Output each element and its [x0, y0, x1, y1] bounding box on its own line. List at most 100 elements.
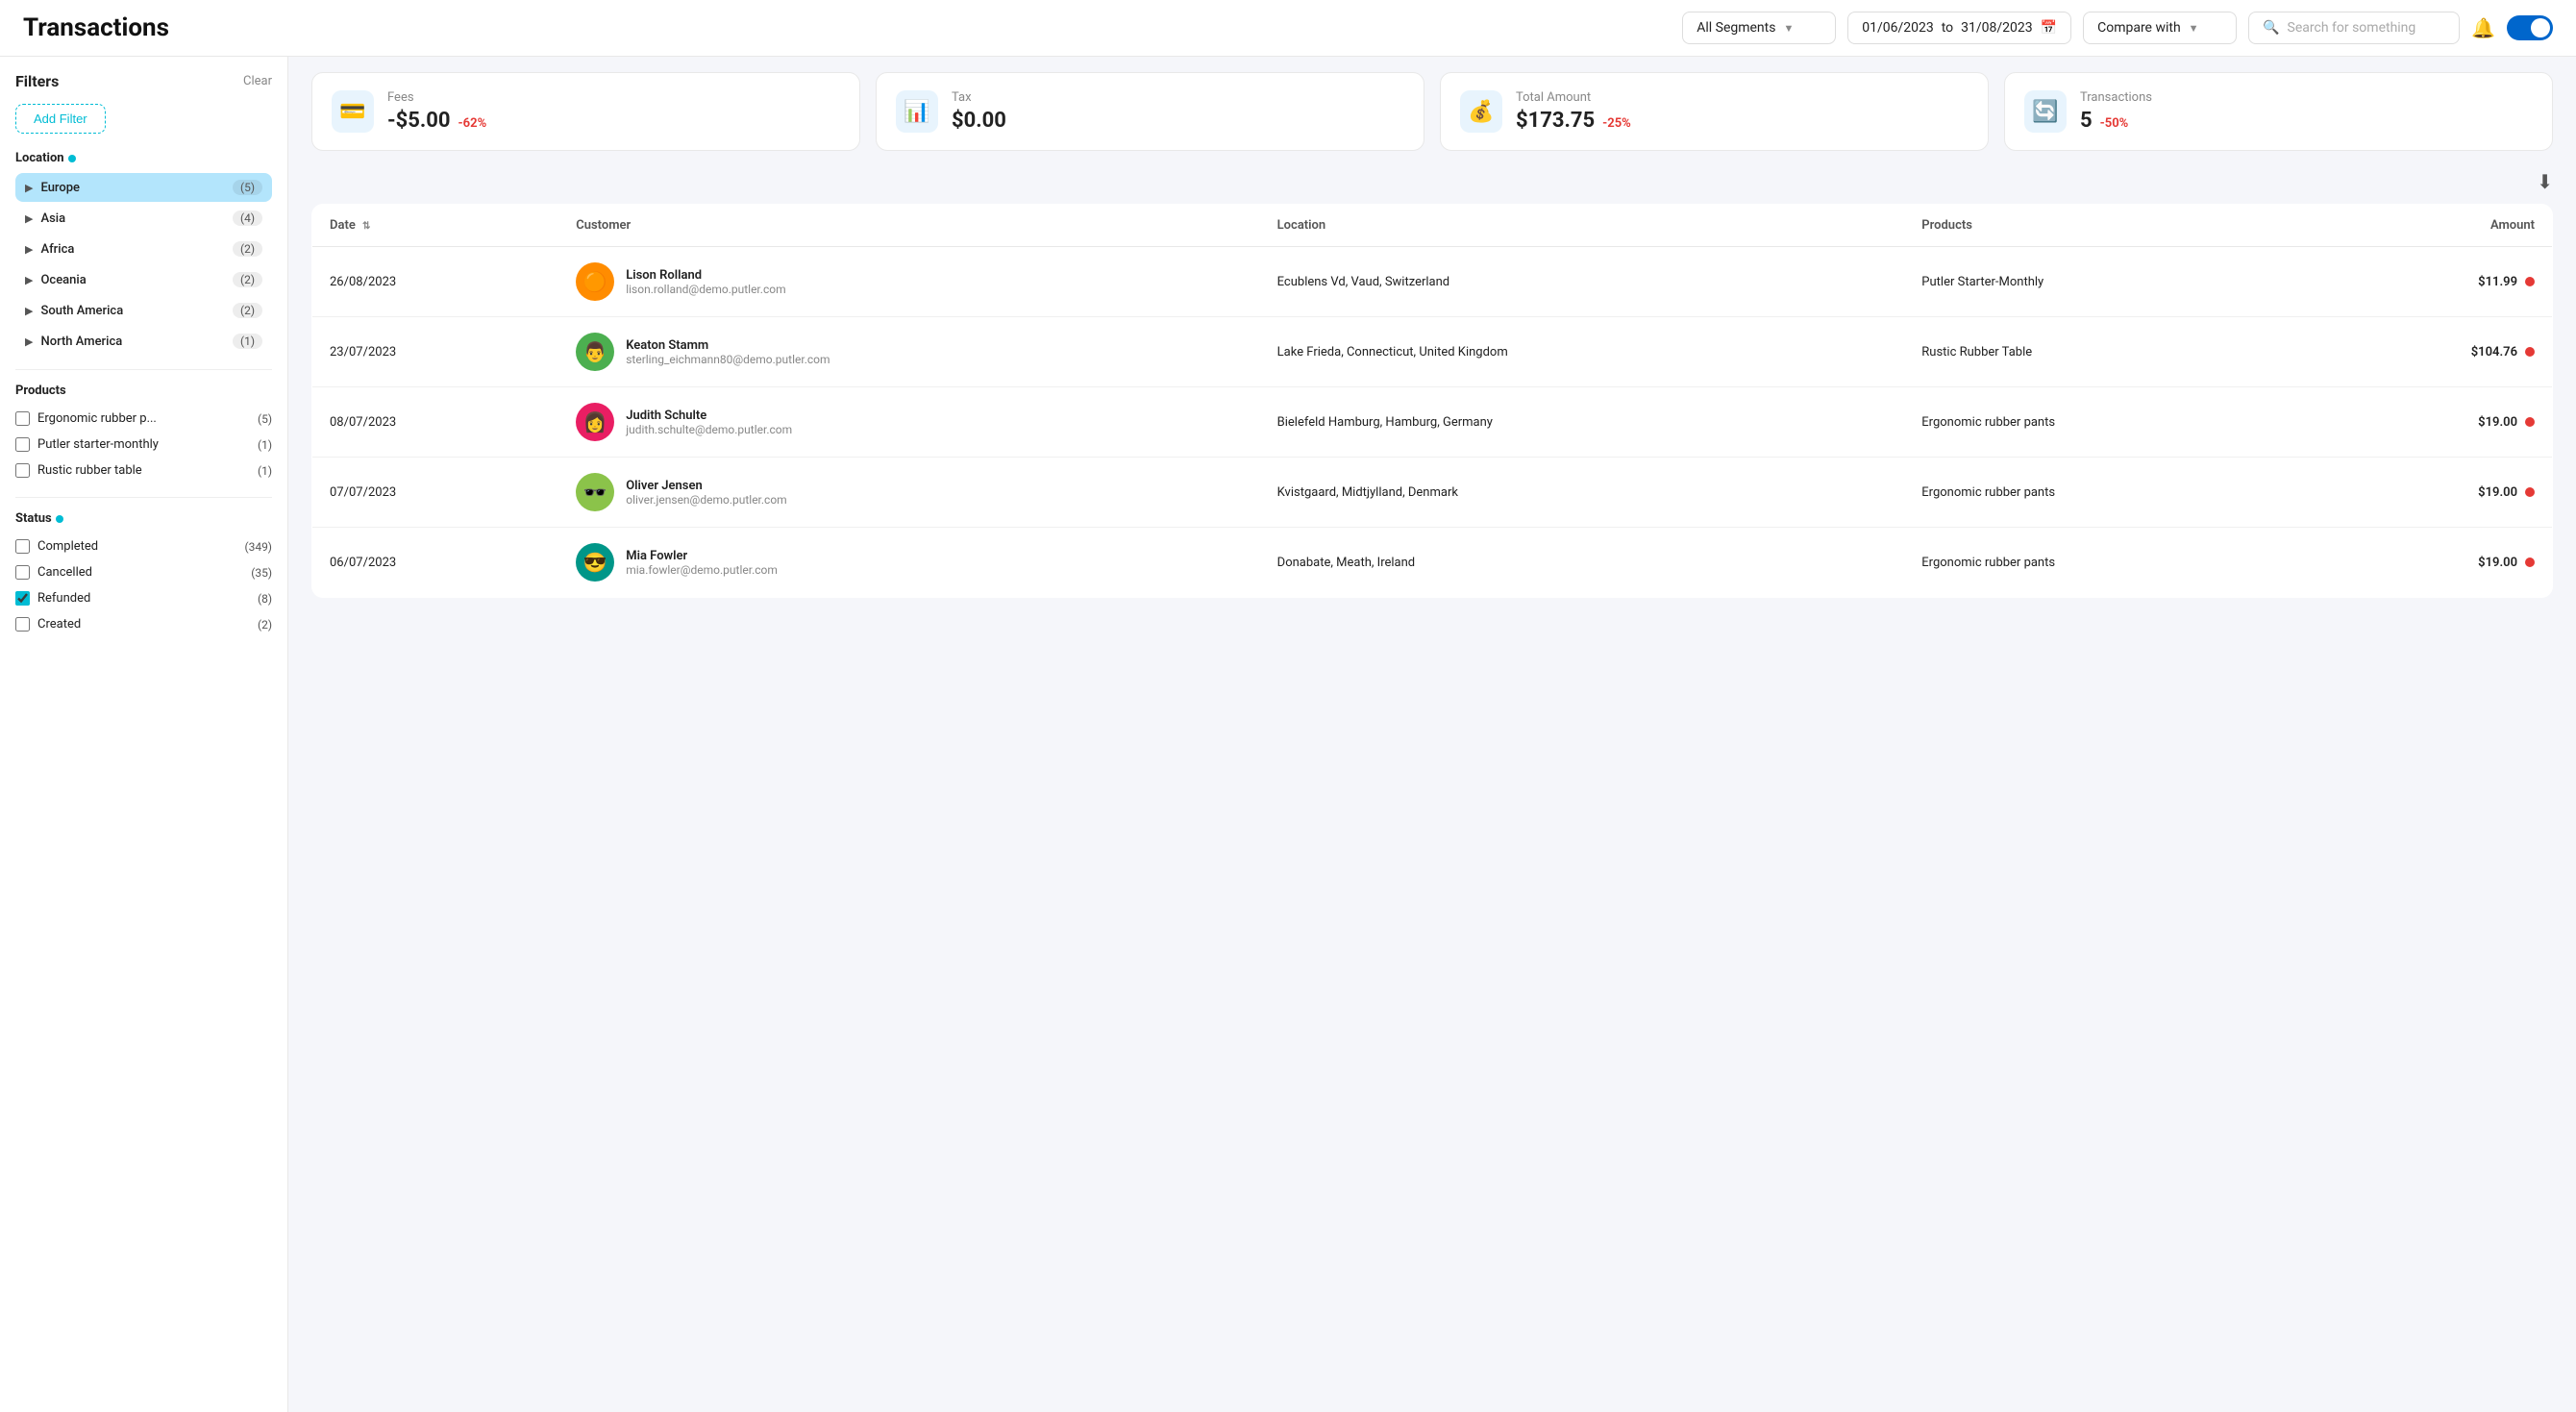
location-item-africa[interactable]: ▶ Africa (2) [15, 235, 272, 263]
product-name: Rustic rubber table [37, 463, 250, 478]
stat-label: Fees [387, 90, 486, 105]
download-button[interactable]: ⬇ [2537, 170, 2553, 194]
cell-date: 23/07/2023 [312, 317, 559, 387]
status-filter-dot [56, 515, 63, 523]
stat-amount: -$5.00 [387, 109, 451, 133]
cell-date: 08/07/2023 [312, 387, 559, 458]
location-count: (4) [233, 211, 262, 226]
location-count: (2) [233, 303, 262, 318]
status-checkbox[interactable] [15, 539, 30, 554]
location-count: (2) [233, 241, 262, 257]
calendar-icon: 📅 [2041, 20, 2057, 36]
location-count: (2) [233, 272, 262, 287]
stat-card-transactions: 🔄 Transactions 5 -50% [2004, 72, 2553, 151]
compare-chevron-icon: ▼ [2189, 22, 2199, 35]
table-row[interactable]: 08/07/2023 👩 Judith Schulte judith.schul… [312, 387, 2553, 458]
location-count: (5) [233, 180, 262, 195]
stat-amount: 5 [2080, 109, 2093, 133]
status-checkbox[interactable] [15, 617, 30, 632]
cell-location: Lake Frieda, Connecticut, United Kingdom [1260, 317, 1905, 387]
search-box[interactable]: 🔍 Search for something [2248, 12, 2460, 44]
location-item-north-america[interactable]: ▶ North America (1) [15, 327, 272, 356]
location-name: North America [40, 334, 225, 349]
date-range-picker[interactable]: 01/06/2023 to 31/08/2023 📅 [1847, 12, 2071, 44]
table-row[interactable]: 23/07/2023 👨 Keaton Stamm sterling_eichm… [312, 317, 2553, 387]
stat-icon: 💳 [332, 90, 374, 133]
location-name: Asia [40, 211, 225, 226]
col-date: Date ⇅ [312, 205, 559, 247]
avatar: 🟠 [576, 262, 614, 301]
stat-amount: $173.75 [1516, 109, 1595, 133]
status-dot [2525, 557, 2535, 567]
status-count: (349) [244, 540, 272, 554]
segment-select[interactable]: All Segments ▼ [1682, 12, 1836, 44]
stat-icon: 📊 [896, 90, 938, 133]
table-row[interactable]: 06/07/2023 😎 Mia Fowler mia.fowler@demo.… [312, 528, 2553, 598]
avatar: 👩 [576, 403, 614, 441]
status-dot [2525, 487, 2535, 497]
cell-date: 26/08/2023 [312, 247, 559, 317]
cell-amount: $19.00 [2313, 528, 2553, 598]
product-count: (1) [258, 464, 272, 478]
customer-name: Lison Rolland [626, 268, 785, 283]
table-row[interactable]: 26/08/2023 🟠 Lison Rolland lison.rolland… [312, 247, 2553, 317]
cell-products: Putler Starter-Monthly [1904, 247, 2313, 317]
cell-location: Kvistgaard, Midtjylland, Denmark [1260, 458, 1905, 528]
theme-toggle[interactable] [2507, 15, 2553, 40]
table-row[interactable]: 07/07/2023 🕶️ Oliver Jensen oliver.jense… [312, 458, 2553, 528]
customer-email: judith.schulte@demo.putler.com [626, 423, 792, 436]
cell-products: Ergonomic rubber pants [1904, 528, 2313, 598]
location-count: (1) [233, 334, 262, 349]
status-checkbox[interactable] [15, 591, 30, 606]
location-name: Oceania [40, 273, 225, 287]
status-count: (2) [258, 618, 272, 632]
stat-card-fees: 💳 Fees -$5.00 -62% [311, 72, 860, 151]
clear-filters-button[interactable]: Clear [243, 74, 272, 88]
segment-label: All Segments [1697, 20, 1775, 36]
status-item-completed: Completed (349) [15, 533, 272, 559]
customer-email: oliver.jensen@demo.putler.com [626, 493, 787, 507]
stat-value: $173.75 -25% [1516, 109, 1631, 133]
date-sort-icon[interactable]: ⇅ [362, 221, 370, 232]
product-checkbox[interactable] [15, 463, 30, 478]
avatar: 🕶️ [576, 473, 614, 511]
cell-location: Donabate, Meath, Ireland [1260, 528, 1905, 598]
add-filter-button[interactable]: Add Filter [15, 104, 106, 134]
location-item-south-america[interactable]: ▶ South America (2) [15, 296, 272, 325]
cell-amount: $19.00 [2313, 458, 2553, 528]
cell-customer: 😎 Mia Fowler mia.fowler@demo.putler.com [558, 528, 1259, 598]
col-location: Location [1260, 205, 1905, 247]
cell-amount: $11.99 [2313, 247, 2553, 317]
stat-change: -62% [458, 116, 487, 131]
amount-value: $11.99 [2478, 275, 2517, 289]
compare-with-dropdown[interactable]: Compare with ▼ [2083, 12, 2237, 44]
customer-name: Keaton Stamm [626, 338, 830, 353]
filter-divider-1 [15, 369, 272, 370]
location-item-europe[interactable]: ▶ Europe (5) [15, 173, 272, 202]
avatar: 😎 [576, 543, 614, 582]
cell-products: Rustic Rubber Table [1904, 317, 2313, 387]
notification-bell-icon[interactable]: 🔔 [2471, 16, 2495, 39]
product-item: Putler starter-monthly (1) [15, 432, 272, 458]
status-name: Cancelled [37, 565, 243, 580]
product-checkbox[interactable] [15, 411, 30, 426]
location-arrow-icon: ▶ [25, 212, 33, 225]
location-item-asia[interactable]: ▶ Asia (4) [15, 204, 272, 233]
location-item-oceania[interactable]: ▶ Oceania (2) [15, 265, 272, 294]
stat-card-tax: 📊 Tax $0.00 [876, 72, 1424, 151]
amount-value: $19.00 [2478, 556, 2517, 570]
status-filter-title: Status [15, 511, 272, 526]
customer-email: lison.rolland@demo.putler.com [626, 283, 785, 296]
location-arrow-icon: ▶ [25, 305, 33, 317]
location-arrow-icon: ▶ [25, 243, 33, 256]
stat-label: Tax [952, 90, 1006, 105]
status-count: (8) [258, 592, 272, 606]
product-checkbox[interactable] [15, 437, 30, 452]
segment-chevron-icon: ▼ [1783, 22, 1794, 35]
status-checkbox[interactable] [15, 565, 30, 580]
cell-customer: 👩 Judith Schulte judith.schulte@demo.put… [558, 387, 1259, 458]
products-filter-title: Products [15, 384, 272, 398]
stat-value: $0.00 [952, 109, 1006, 133]
stat-amount: $0.00 [952, 109, 1006, 133]
stats-row: 💳 Fees -$5.00 -62% 📊 Tax $0.00 💰 Total [311, 72, 2553, 151]
